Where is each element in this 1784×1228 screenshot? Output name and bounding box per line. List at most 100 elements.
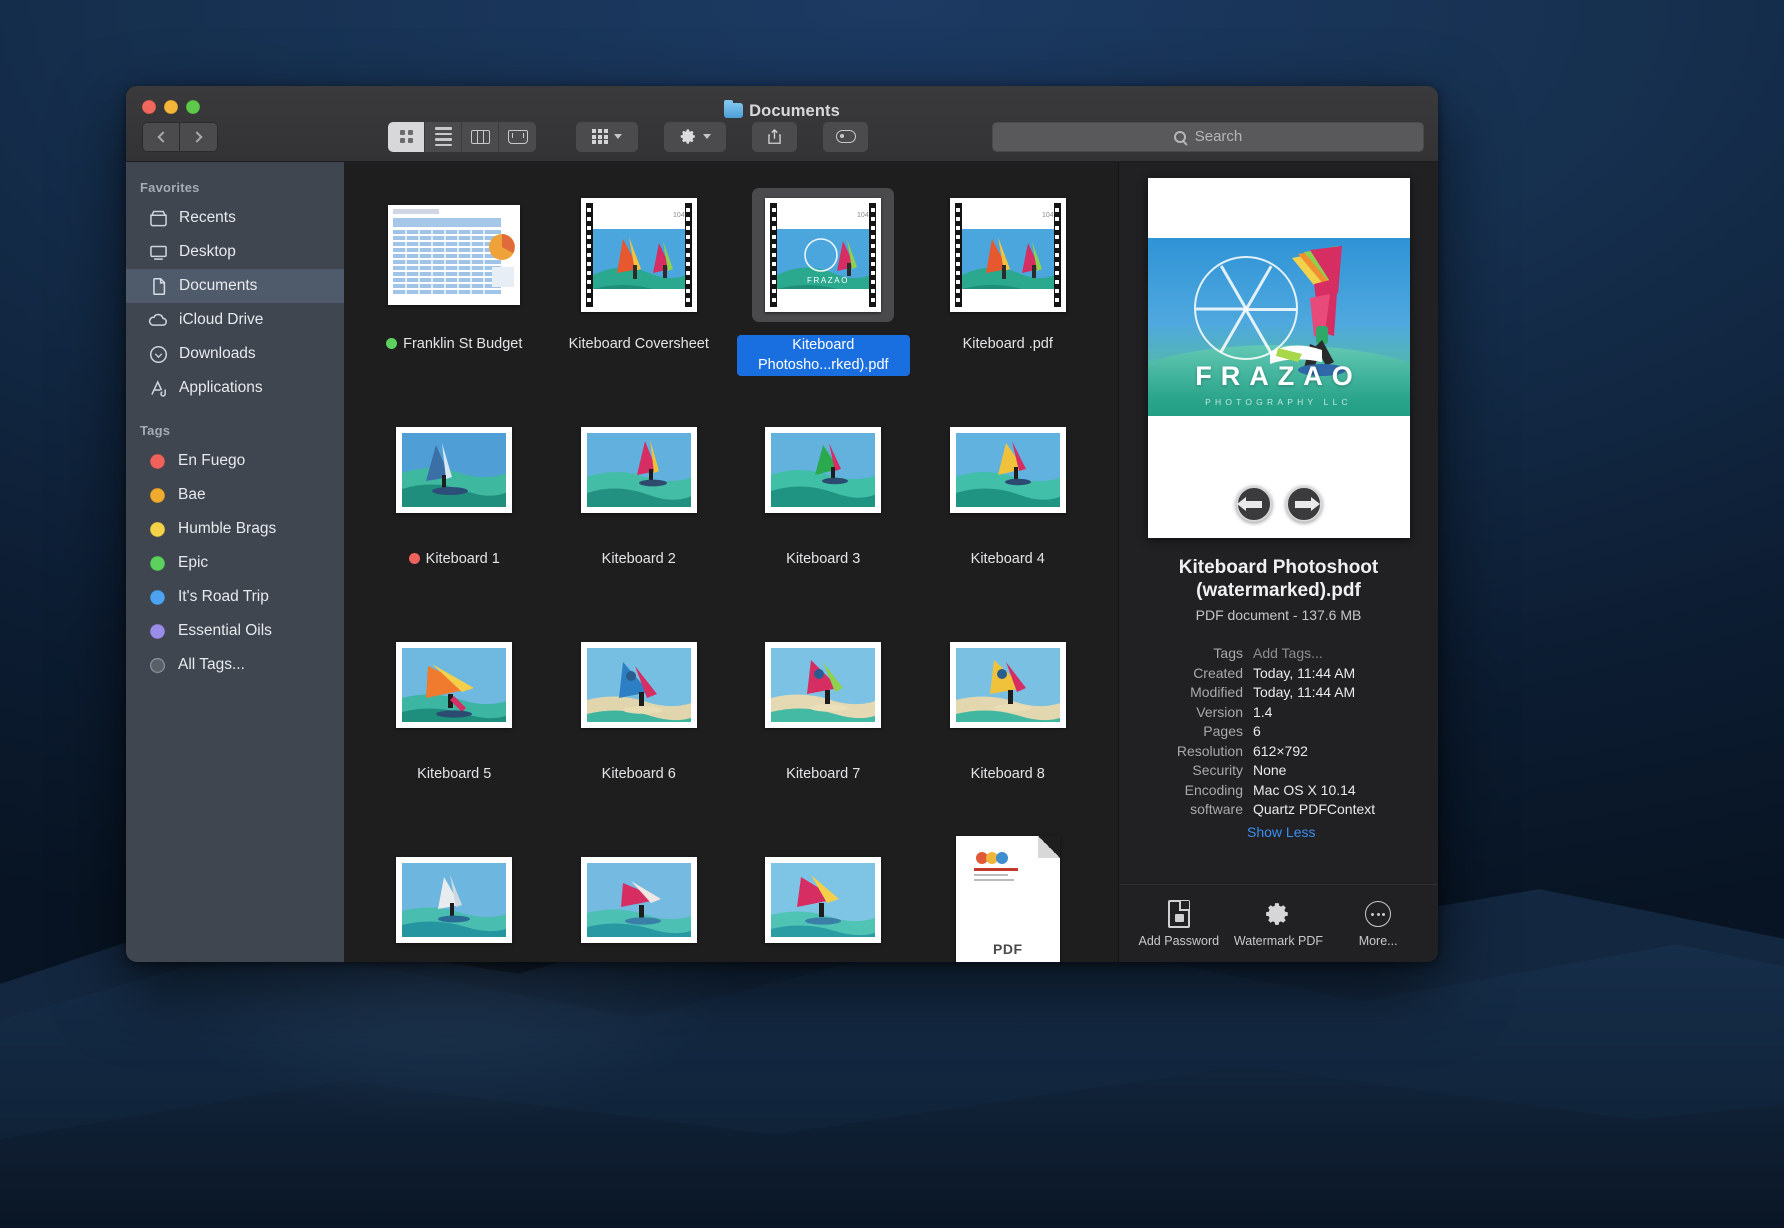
- file-name: Kiteboard Coversheet: [568, 336, 709, 352]
- metadata-key: Tags: [1213, 645, 1243, 662]
- file-item[interactable]: 104: [916, 178, 1101, 393]
- file-item[interactable]: 104: [547, 178, 732, 393]
- file-item[interactable]: [547, 823, 732, 962]
- preview-page-nav: [1148, 486, 1410, 522]
- ellipsis-circle-icon: [1330, 899, 1426, 929]
- file-item[interactable]: Kiteboard 4: [916, 393, 1101, 608]
- pdf-preview[interactable]: FRAZAO PHOTOGRAPHY LLC: [1147, 178, 1410, 538]
- forward-button[interactable]: [180, 121, 218, 152]
- clock-disk-icon: [148, 208, 168, 228]
- file-name: Kiteboard 3: [786, 551, 861, 567]
- sidebar-item-tag-bae[interactable]: Bae: [126, 478, 344, 512]
- svg-text:104: 104: [857, 212, 869, 219]
- share-button[interactable]: [752, 121, 797, 152]
- film-perforations-left: [954, 203, 962, 307]
- metadata-key: Created: [1193, 664, 1243, 681]
- file-name: Kiteboard 7: [786, 766, 861, 782]
- sidebar-item-tag-en-fuego[interactable]: En Fuego: [126, 444, 344, 478]
- search-placeholder: Search: [1194, 128, 1243, 145]
- file-item[interactable]: Kiteboard 7: [731, 608, 916, 823]
- close-button[interactable]: [142, 100, 156, 114]
- sidebar-item-label: Bae: [178, 486, 206, 503]
- action-label: More...: [1358, 934, 1398, 949]
- photo-thumbnail: [765, 642, 882, 728]
- file-item[interactable]: Franklin St Budget: [362, 178, 547, 393]
- photo-thumbnail: [949, 642, 1066, 728]
- file-label: Kiteboard 5: [417, 765, 491, 785]
- file-item[interactable]: Kiteboard 6: [547, 608, 732, 823]
- arrange-button[interactable]: [576, 121, 638, 152]
- file-name: Kiteboard .pdf: [962, 336, 1053, 352]
- photo-thumbnail: [949, 427, 1066, 513]
- metadata-value: 612×792: [1253, 742, 1308, 759]
- sidebar-item-label: Downloads: [179, 345, 256, 362]
- file-label: Kiteboard 4: [971, 550, 1045, 570]
- photo-thumbnail: [396, 427, 513, 513]
- sidebar-item-recents[interactable]: Recents: [126, 201, 344, 235]
- tag-dot-icon: [150, 555, 165, 571]
- gear-icon: [1230, 899, 1326, 929]
- file-item[interactable]: Kiteboard 2: [547, 393, 732, 608]
- film-perforations-left: [585, 203, 593, 307]
- file-grid-area[interactable]: Franklin St Budget 104 Kiteboard Coversh…: [344, 162, 1118, 962]
- applications-icon: [148, 378, 168, 398]
- sidebar-item-all-tags[interactable]: All Tags...: [126, 648, 344, 682]
- preview-info-panel: FRAZAO PHOTOGRAPHY LLC Kiteboard Photosh…: [1118, 162, 1438, 962]
- file-item[interactable]: Kiteboard 5: [362, 608, 547, 823]
- file-grid: Franklin St Budget 104 Kiteboard Coversh…: [344, 178, 1118, 962]
- file-item[interactable]: [362, 823, 547, 962]
- column-view-button[interactable]: [462, 121, 499, 152]
- sidebar-item-icloud-drive[interactable]: iCloud Drive: [126, 303, 344, 337]
- sidebar-item-label: Documents: [179, 277, 258, 294]
- sidebar-item-label: En Fuego: [178, 452, 246, 469]
- add-password-action[interactable]: Add Password: [1131, 899, 1227, 950]
- metadata-key: Pages: [1203, 723, 1243, 740]
- gallery-view-button[interactable]: [499, 121, 536, 152]
- more-actions-button[interactable]: More...: [1330, 899, 1426, 950]
- back-button[interactable]: [142, 121, 180, 152]
- sidebar-item-downloads[interactable]: Downloads: [126, 337, 344, 371]
- sidebar-item-applications[interactable]: Applications: [126, 371, 344, 405]
- file-item[interactable]: Kiteboard 3: [731, 393, 916, 608]
- file-label: Kiteboard 3: [786, 550, 860, 570]
- sidebar-item-tag-its-road-trip[interactable]: It's Road Trip: [126, 580, 344, 614]
- sidebar-item-desktop[interactable]: Desktop: [126, 235, 344, 269]
- file-label: Kiteboard 7: [786, 765, 860, 785]
- sidebar-item-tag-epic[interactable]: Epic: [126, 546, 344, 580]
- zoom-button[interactable]: [186, 100, 200, 114]
- arrow-left-icon: [1237, 496, 1262, 511]
- next-page-button[interactable]: [1285, 486, 1322, 522]
- file-thumbnail: [949, 403, 1066, 537]
- navigation-buttons: [142, 121, 218, 152]
- add-tags-field[interactable]: Add Tags...: [1253, 645, 1422, 661]
- file-item[interactable]: Kiteboard 1: [362, 393, 547, 608]
- sidebar-item-label: iCloud Drive: [179, 311, 264, 328]
- show-less-link[interactable]: Show Less: [1247, 824, 1438, 840]
- previous-page-button[interactable]: [1235, 486, 1272, 522]
- watermark-pdf-action[interactable]: Watermark PDF: [1230, 899, 1326, 950]
- sidebar-item-tag-essential-oils[interactable]: Essential Oils: [126, 614, 344, 648]
- file-item[interactable]: Kiteboard 8: [916, 608, 1101, 823]
- sidebar-item-tag-humble-brags[interactable]: Humble Brags: [126, 512, 344, 546]
- minimize-button[interactable]: [164, 100, 178, 114]
- photo-thumbnail: [765, 427, 882, 513]
- tags-button[interactable]: [823, 121, 868, 152]
- folder-icon: [724, 100, 744, 118]
- icon-view-button[interactable]: [388, 121, 425, 152]
- preview-photo: FRAZAO PHOTOGRAPHY LLC: [1147, 238, 1410, 416]
- sidebar-item-label: Epic: [178, 554, 209, 571]
- all-tags-icon: [150, 657, 165, 673]
- file-item-selected[interactable]: 104 FRAZAO Kiteboard Photosho...rked).pd…: [731, 178, 916, 393]
- file-item[interactable]: [731, 823, 916, 962]
- sidebar-item-documents[interactable]: Documents: [126, 269, 344, 303]
- search-field[interactable]: Search: [992, 121, 1424, 152]
- file-tag-dot-icon: [408, 553, 420, 564]
- film-perforations-right: [1053, 203, 1061, 307]
- sidebar: Favorites Recents Desktop Documents iClo…: [126, 162, 344, 962]
- file-thumbnail: 104 FRAZAO: [752, 188, 895, 322]
- film-inner: 104: [961, 203, 1054, 307]
- file-item[interactable]: PDF: [916, 823, 1101, 962]
- action-menu-button[interactable]: [664, 121, 726, 152]
- file-thumbnail: [580, 618, 697, 752]
- list-view-button[interactable]: [425, 121, 462, 152]
